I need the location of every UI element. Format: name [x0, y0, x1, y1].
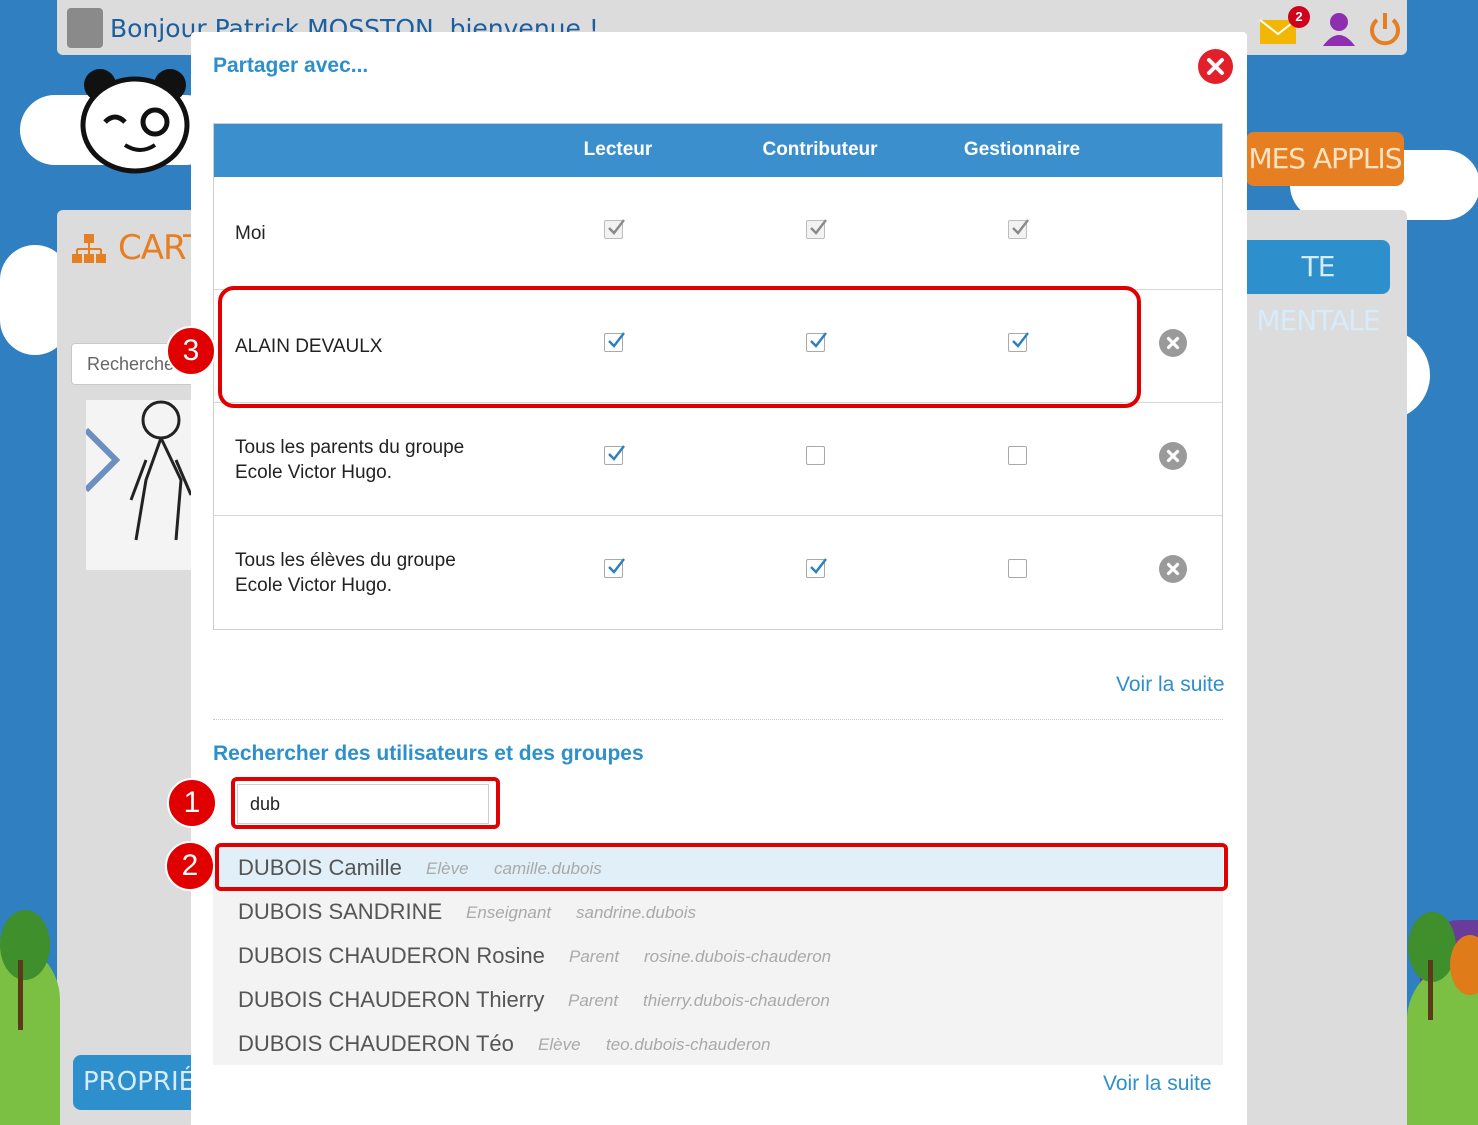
remove-icon[interactable]: [1159, 442, 1187, 470]
voir-la-suite-link[interactable]: Voir la suite: [1116, 673, 1225, 697]
table-header: Lecteur Contributeur Gestionnaire: [214, 124, 1222, 177]
row-name: Tous les élèves du groupe Ecole Victor Hu…: [235, 548, 456, 598]
org-chart-icon: [70, 232, 108, 271]
checkbox-lecteur: [604, 219, 625, 239]
result-login: rosine.dubois-chauderon: [644, 947, 832, 966]
power-icon[interactable]: [1366, 10, 1404, 48]
remove-icon[interactable]: [1159, 555, 1187, 583]
result-role: Parent: [568, 991, 619, 1010]
notification-badge: 2: [1288, 6, 1310, 28]
result-name: DUBOIS CHAUDERON Thierry: [238, 987, 545, 1012]
checkbox-lecteur[interactable]: [604, 558, 625, 578]
search-result-item[interactable]: DUBOIS CHAUDERON Thierry Parent thierry.du…: [213, 979, 1223, 1022]
column-header-gestionnaire: Gestionnaire: [963, 139, 1081, 160]
result-name: DUBOIS CHAUDERON Rosine: [238, 943, 545, 968]
result-login: thierry.dubois-chauderon: [643, 991, 830, 1010]
mes-applis-button[interactable]: MES APPLIS: [1246, 132, 1404, 186]
row-name-line2: Ecole Victor Hugo.: [235, 462, 393, 483]
annotation-marker-1: 1: [167, 778, 217, 828]
result-role: Parent: [569, 947, 620, 966]
annotation-marker-2: 2: [165, 841, 215, 891]
divider: [213, 719, 1223, 720]
checkbox-gestionnaire: [1008, 219, 1029, 239]
close-icon[interactable]: [1198, 49, 1233, 84]
tree-trunk: [18, 960, 23, 1030]
carte-mentale-button[interactable]: TE MENTALE: [1246, 240, 1390, 337]
search-result-item[interactable]: DUBOIS SANDRINE Enseignant sandrine.dubois: [213, 891, 1223, 934]
row-name-line2: Ecole Victor Hugo.: [235, 575, 393, 596]
result-name: DUBOIS SANDRINE: [238, 899, 443, 924]
annotation-marker-3: 3: [166, 326, 216, 376]
search-result-item[interactable]: DUBOIS CHAUDERON Téo Elève teo.dubois-chau…: [213, 1023, 1223, 1066]
drawing-thumbnail[interactable]: [83, 400, 196, 570]
search-result-item[interactable]: DUBOIS CHAUDERON Rosine Parent rosine.dubo…: [213, 935, 1223, 978]
checkbox-contributeur[interactable]: [806, 446, 825, 465]
user-icon[interactable]: [1320, 10, 1358, 48]
column-header-lecteur: Lecteur: [583, 139, 653, 160]
checkbox-contributeur: [806, 219, 827, 239]
result-role: Enseignant: [466, 903, 552, 922]
row-name-line1: Tous les élèves du groupe: [235, 550, 456, 571]
avatar: [67, 8, 103, 48]
row-name-line1: Tous les parents du groupe: [235, 437, 465, 458]
checkbox-gestionnaire[interactable]: [1008, 446, 1027, 465]
column-header-contributeur: Contributeur: [762, 139, 878, 160]
search-title: Rechercher des utilisateurs et des group…: [213, 742, 644, 765]
share-row: Tous les élèves du groupe Ecole Victor Hu…: [214, 516, 1222, 629]
remove-icon[interactable]: [1159, 329, 1187, 357]
share-row: Tous les parents du groupe Ecole Victor H…: [214, 403, 1222, 516]
highlight-box-3: [218, 286, 1141, 408]
row-name: Moi: [235, 221, 266, 246]
checkbox-contributeur[interactable]: [806, 558, 827, 578]
tree-trunk: [1428, 960, 1433, 1020]
tree-decoration: [0, 910, 50, 980]
result-login: teo.dubois-chauderon: [606, 1035, 771, 1054]
result-role: Elève: [538, 1035, 581, 1054]
voir-la-suite-results-link[interactable]: Voir la suite: [1103, 1072, 1212, 1096]
checkbox-lecteur[interactable]: [604, 445, 625, 465]
result-login: sandrine.dubois: [576, 903, 697, 922]
share-row: Moi: [214, 177, 1222, 290]
share-modal: Partager avec... Lecteur Contributeur Ge…: [191, 32, 1247, 1125]
highlight-box-1: [231, 777, 500, 829]
modal-title: Partager avec...: [213, 54, 369, 77]
checkbox-gestionnaire[interactable]: [1008, 559, 1027, 578]
result-name: DUBOIS CHAUDERON Téo: [238, 1031, 514, 1056]
row-name-line1: Moi: [235, 223, 266, 244]
panda-logo: [80, 60, 190, 175]
highlight-box-2: [215, 843, 1228, 891]
row-name: Tous les parents du groupe Ecole Victor H…: [235, 435, 464, 485]
